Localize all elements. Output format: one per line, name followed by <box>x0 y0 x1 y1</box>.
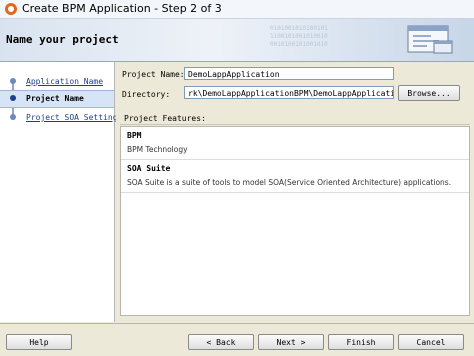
next-button[interactable]: Next > <box>258 334 324 350</box>
step-label: Application Name <box>26 77 104 86</box>
page-heading: Name your project <box>6 33 119 46</box>
step-dot-icon <box>10 78 16 84</box>
finish-button[interactable]: Finish <box>328 334 394 350</box>
step-project-name[interactable]: Project Name <box>0 90 114 108</box>
directory-input[interactable]: rk\DemoLappApplicationBPM\DemoLappApplic… <box>184 86 394 99</box>
project-name-label: Project Name: <box>122 70 185 79</box>
feature-description: BPM Technology <box>127 145 188 154</box>
title-bar: Create BPM Application - Step 2 of 3 <box>0 0 474 19</box>
feature-name: SOA Suite <box>127 164 171 173</box>
wizard-icon <box>407 25 453 54</box>
step-dot-icon <box>10 114 16 120</box>
step-project-soa-settings[interactable]: Project SOA Settings <box>0 110 122 126</box>
cancel-button[interactable]: Cancel <box>398 334 464 350</box>
step-application-name[interactable]: Application Name <box>0 74 114 90</box>
feature-name: BPM <box>127 131 142 140</box>
project-features-header: Project Features: <box>120 112 470 125</box>
window-title: Create BPM Application - Step 2 of 3 <box>22 2 222 15</box>
browse-button[interactable]: Browse... <box>398 85 460 101</box>
wizard-button-bar: Help < Back Next > Finish Cancel <box>0 323 474 356</box>
step-label: Project SOA Settings <box>26 113 123 122</box>
back-button[interactable]: < Back <box>188 334 254 350</box>
wizard-steps-sidebar: Application Name Project Name Project SO… <box>0 62 122 322</box>
app-icon <box>5 3 17 15</box>
wizard-content: Project Name: DemoLappApplication Direct… <box>116 62 474 322</box>
project-features-list[interactable]: BPM BPM Technology SOA Suite SOA Suite i… <box>120 126 470 316</box>
project-name-input[interactable]: DemoLappApplication <box>184 67 394 80</box>
directory-label: Directory: <box>122 90 171 99</box>
help-button[interactable]: Help <box>6 334 72 350</box>
step-label: Project Name <box>26 94 84 103</box>
feature-description: SOA Suite is a suite of tools to model S… <box>127 178 452 187</box>
banner-watermark: 0101001010100101 1100101001010010 001010… <box>270 25 328 48</box>
feature-item-soa-suite[interactable]: SOA Suite SOA Suite is a suite of tools … <box>121 160 469 193</box>
wizard-banner: Name your project 0101001010100101 11001… <box>0 19 474 62</box>
step-dot-icon <box>10 95 16 101</box>
feature-item-bpm[interactable]: BPM BPM Technology <box>121 127 469 160</box>
